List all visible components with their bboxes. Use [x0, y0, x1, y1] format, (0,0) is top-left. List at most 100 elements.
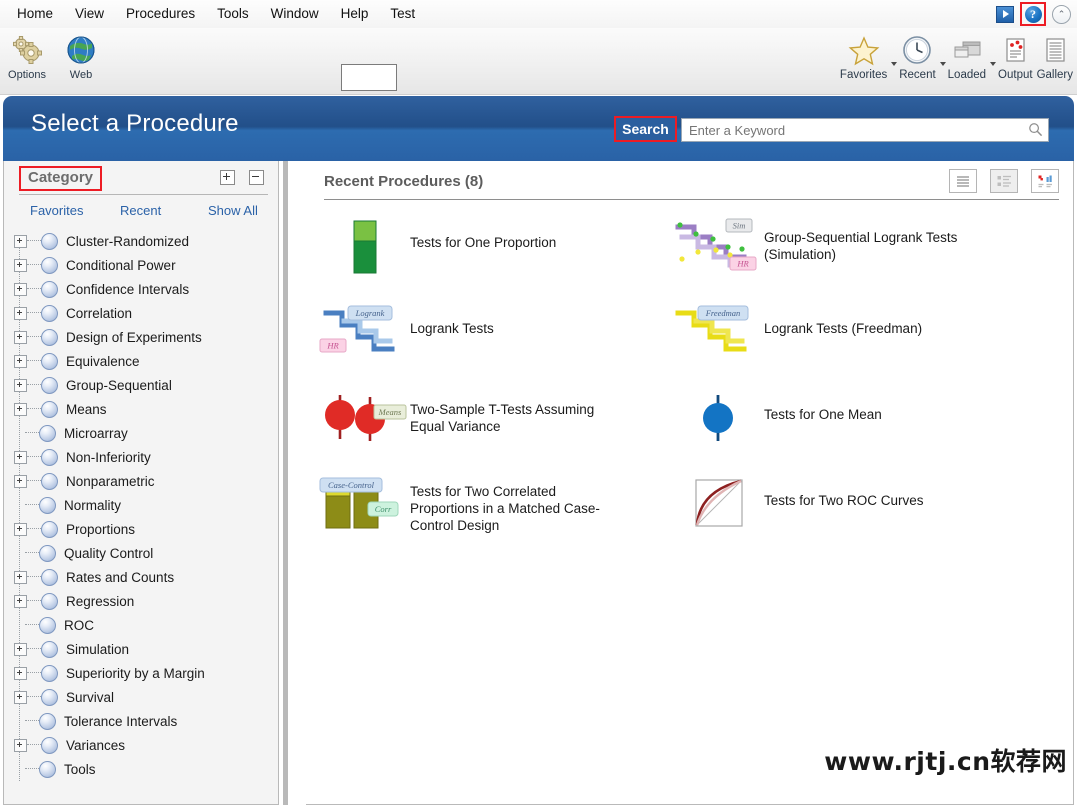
tree-item-survival[interactable]: Survival: [4, 685, 278, 709]
icon-view-icon[interactable]: [1031, 169, 1059, 193]
ribbon-recent-group: Recent: [897, 28, 946, 81]
yellow-staircase-freedman-icon: Freedman: [672, 298, 764, 368]
menu-item-tools[interactable]: Tools: [206, 2, 260, 26]
category-node-icon: [39, 544, 56, 562]
tree-item-superiority-by-a-margin[interactable]: Superiority by a Margin: [4, 661, 278, 685]
tree-item-label: Simulation: [66, 641, 130, 657]
tree-item-group-sequential[interactable]: Group-Sequential: [4, 373, 278, 397]
tree-item-quality-control[interactable]: Quality Control: [4, 541, 278, 565]
tree-item-cluster-randomized[interactable]: Cluster-Randomized: [4, 229, 278, 253]
expander-icon[interactable]: [14, 234, 27, 248]
tree-item-label: Confidence Intervals: [66, 281, 190, 297]
expander-icon[interactable]: [14, 282, 27, 296]
ribbon-button-web[interactable]: Web: [54, 28, 108, 81]
procedure-item-two-sample-t-tests-assuming-equal-variance[interactable]: Means Two-Sample T-Tests Assuming Equal …: [306, 384, 660, 470]
expander-icon[interactable]: [14, 258, 27, 272]
tree-item-non-inferiority[interactable]: Non-Inferiority: [4, 445, 278, 469]
tree-item-variances[interactable]: Variances: [4, 733, 278, 757]
expander-icon[interactable]: [14, 474, 27, 488]
category-node-icon: [41, 328, 58, 346]
ribbon-favorites-group: Favorites: [838, 28, 898, 81]
ribbon-empty-input[interactable]: [341, 64, 397, 91]
procedure-label: Tests for One Proportion: [410, 235, 557, 250]
tree-item-tools[interactable]: Tools: [4, 757, 278, 781]
help-button-highlight[interactable]: ?: [1020, 2, 1046, 26]
expander-icon[interactable]: [14, 402, 27, 416]
procedure-item-tests-for-one-proportion[interactable]: Tests for One Proportion: [306, 212, 660, 298]
tree-item-nonparametric[interactable]: Nonparametric: [4, 469, 278, 493]
collapse-all-icon[interactable]: [249, 170, 264, 185]
search-field-wrapper[interactable]: [681, 118, 1049, 142]
menu-item-procedures[interactable]: Procedures: [115, 2, 206, 26]
collapse-ribbon-icon[interactable]: ⌃: [1052, 4, 1071, 24]
search-input[interactable]: [682, 120, 1021, 140]
procedure-item-tests-for-one-mean[interactable]: Tests for One Mean: [660, 384, 1014, 470]
expander-icon[interactable]: [14, 306, 27, 320]
tree-item-confidence-intervals[interactable]: Confidence Intervals: [4, 277, 278, 301]
tree-item-regression[interactable]: Regression: [4, 589, 278, 613]
expander-icon[interactable]: [14, 642, 27, 656]
expander-icon[interactable]: [14, 570, 27, 584]
expander-icon[interactable]: [14, 378, 27, 392]
tab-favorites[interactable]: Favorites: [30, 203, 120, 218]
tree-item-label: Design of Experiments: [66, 329, 202, 345]
expander-icon[interactable]: [14, 594, 27, 608]
tree-item-equivalence[interactable]: Equivalence: [4, 349, 278, 373]
expand-all-icon[interactable]: [220, 170, 235, 185]
expander-icon[interactable]: [14, 522, 27, 536]
expander-icon[interactable]: [14, 738, 27, 752]
tree-item-conditional-power[interactable]: Conditional Power: [4, 253, 278, 277]
ribbon-button-options[interactable]: Options: [0, 28, 54, 81]
tree-item-normality[interactable]: Normality: [4, 493, 278, 517]
menu-item-view[interactable]: View: [64, 2, 115, 26]
expander-icon[interactable]: [14, 330, 27, 344]
expander-icon[interactable]: [14, 690, 27, 704]
ribbon-button-output[interactable]: Output: [996, 28, 1035, 81]
tab-recent[interactable]: Recent: [120, 203, 208, 218]
menu-bar: Home View Procedures Tools Window Help T…: [0, 0, 1077, 29]
procedure-item-group-sequential-logrank-tests-simulation[interactable]: Sim HR Group-Sequential Logrank Tests (S…: [660, 212, 1014, 298]
tree-item-correlation[interactable]: Correlation: [4, 301, 278, 325]
tree-item-label: Survival: [66, 689, 115, 705]
panel-splitter[interactable]: [280, 161, 306, 805]
tree-item-proportions[interactable]: Proportions: [4, 517, 278, 541]
tree-item-tolerance-intervals[interactable]: Tolerance Intervals: [4, 709, 278, 733]
procedure-item-logrank-tests-freedman[interactable]: Freedman Logrank Tests (Freedman): [660, 298, 1014, 384]
ribbon-button-loaded[interactable]: Loaded: [946, 28, 988, 81]
menu-item-window[interactable]: Window: [260, 2, 330, 26]
procedure-item-tests-for-two-roc-curves[interactable]: Tests for Two ROC Curves: [660, 470, 1014, 556]
splitter-handle[interactable]: [283, 161, 288, 805]
category-divider: [19, 194, 268, 195]
ribbon-right-group: Favorites Recent Loaded Output Gallery: [838, 28, 1075, 81]
category-node-icon: [41, 352, 58, 370]
procedure-item-logrank-tests[interactable]: Logrank HR Logrank Tests: [306, 298, 660, 384]
run-button[interactable]: [996, 5, 1014, 23]
ribbon-left-group: Options Web: [0, 28, 108, 81]
svg-text:Corr: Corr: [375, 504, 392, 514]
tree-item-simulation[interactable]: Simulation: [4, 637, 278, 661]
tree-item-means[interactable]: Means: [4, 397, 278, 421]
ribbon-button-gallery[interactable]: Gallery: [1035, 28, 1075, 81]
menu-item-test[interactable]: Test: [379, 2, 426, 26]
search-button[interactable]: Search: [614, 116, 677, 142]
tree-item-microarray[interactable]: Microarray: [4, 421, 278, 445]
tree-item-roc[interactable]: ROC: [4, 613, 278, 637]
ribbon-button-recent[interactable]: Recent: [897, 28, 937, 81]
procedure-item-tests-for-two-correlated-proportions-matched-case-control[interactable]: Case-Control Corr Tests for Two Correlat…: [306, 470, 660, 556]
search-icon[interactable]: [1028, 122, 1043, 137]
tab-show-all[interactable]: Show All: [208, 203, 258, 218]
ribbon-button-favorites[interactable]: Favorites: [838, 28, 889, 81]
tree-item-design-of-experiments[interactable]: Design of Experiments: [4, 325, 278, 349]
menu-item-help[interactable]: Help: [330, 2, 380, 26]
tree-item-rates-and-counts[interactable]: Rates and Counts: [4, 565, 278, 589]
roc-curve-icon: [672, 470, 764, 540]
tree-item-label: Proportions: [66, 521, 136, 537]
expander-icon[interactable]: [14, 666, 27, 680]
detail-view-icon[interactable]: [990, 169, 1018, 193]
menu-item-home[interactable]: Home: [6, 2, 64, 26]
expander-icon[interactable]: [14, 450, 27, 464]
page-title: Select a Procedure: [31, 110, 239, 137]
expander-icon[interactable]: [14, 354, 27, 368]
svg-text:Logrank: Logrank: [355, 308, 385, 318]
list-view-icon[interactable]: [949, 169, 977, 193]
